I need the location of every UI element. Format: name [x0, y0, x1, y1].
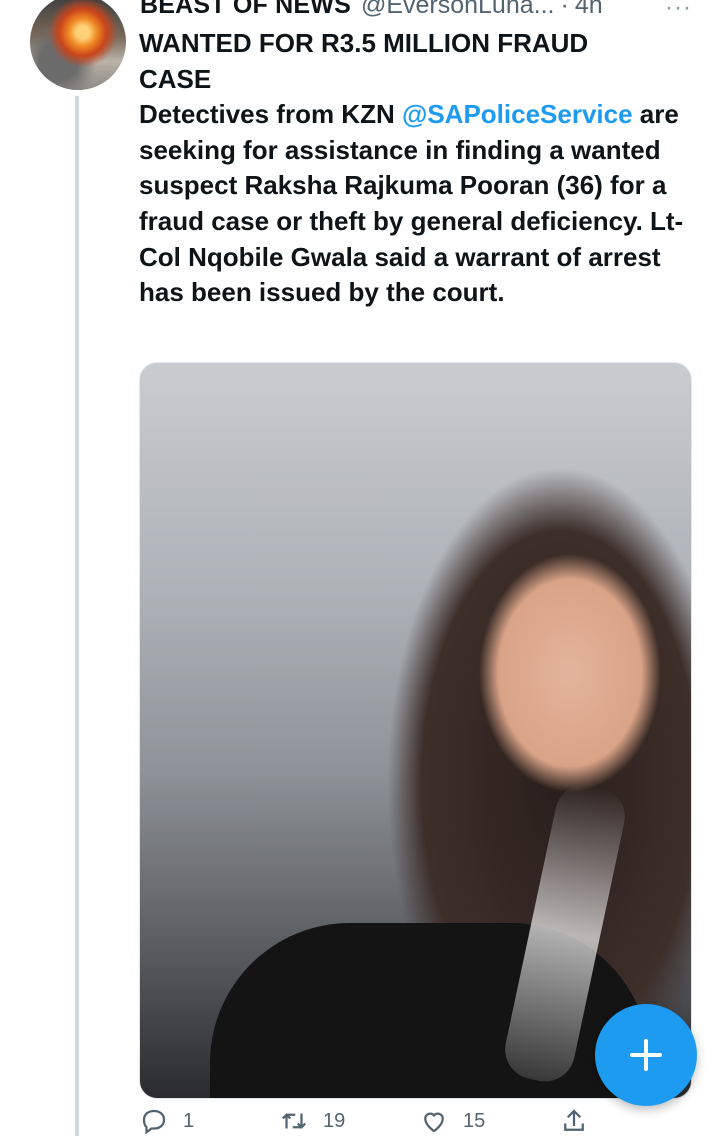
- tweet-text: WANTED FOR R3.5 MILLION FRAUD CASE Detec…: [139, 26, 699, 311]
- reply-icon: [142, 1109, 166, 1135]
- heart-icon: [424, 1112, 444, 1133]
- like-button[interactable]: 15: [419, 1106, 559, 1136]
- headline-line-1: WANTED FOR R3.5 MILLION FRAUD: [139, 28, 589, 58]
- tweet-header: BEAST OF NEWS @EversonLuha... · 4h: [140, 0, 700, 22]
- reply-count: 1: [183, 1109, 195, 1132]
- body-rest: are seeking for assistance in finding a …: [139, 99, 684, 308]
- share-icon: [564, 1109, 584, 1131]
- author-handle[interactable]: @EversonLuha...: [361, 0, 555, 22]
- author-avatar[interactable]: [30, 0, 126, 90]
- tweet-timestamp[interactable]: 4h: [575, 0, 603, 22]
- headline-line-2: CASE: [139, 63, 212, 94]
- tweet-actions: 1 19 15: [139, 1106, 699, 1136]
- reply-button[interactable]: 1: [139, 1106, 279, 1136]
- compose-plus-icon: [630, 1039, 662, 1071]
- more-options-icon[interactable]: ···: [665, 0, 692, 22]
- tweet-body: Detectives from KZN @SAPoliceService are…: [139, 97, 699, 311]
- author-display-name[interactable]: BEAST OF NEWS: [140, 0, 351, 22]
- retweet-count: 19: [323, 1109, 346, 1132]
- header-separator: ·: [560, 0, 569, 19]
- thread-line: [75, 96, 79, 1136]
- tweet-photo[interactable]: [139, 362, 692, 1099]
- like-count: 15: [463, 1109, 486, 1132]
- mention-link[interactable]: @SAPoliceService: [402, 99, 633, 129]
- share-button[interactable]: [559, 1106, 699, 1136]
- retweet-icon: [281, 1113, 307, 1129]
- body-prefix: Detectives from KZN: [139, 99, 402, 130]
- retweet-button[interactable]: 19: [279, 1106, 419, 1136]
- compose-button[interactable]: [595, 1004, 697, 1106]
- tweet-headline: WANTED FOR R3.5 MILLION FRAUD CASE: [139, 26, 699, 97]
